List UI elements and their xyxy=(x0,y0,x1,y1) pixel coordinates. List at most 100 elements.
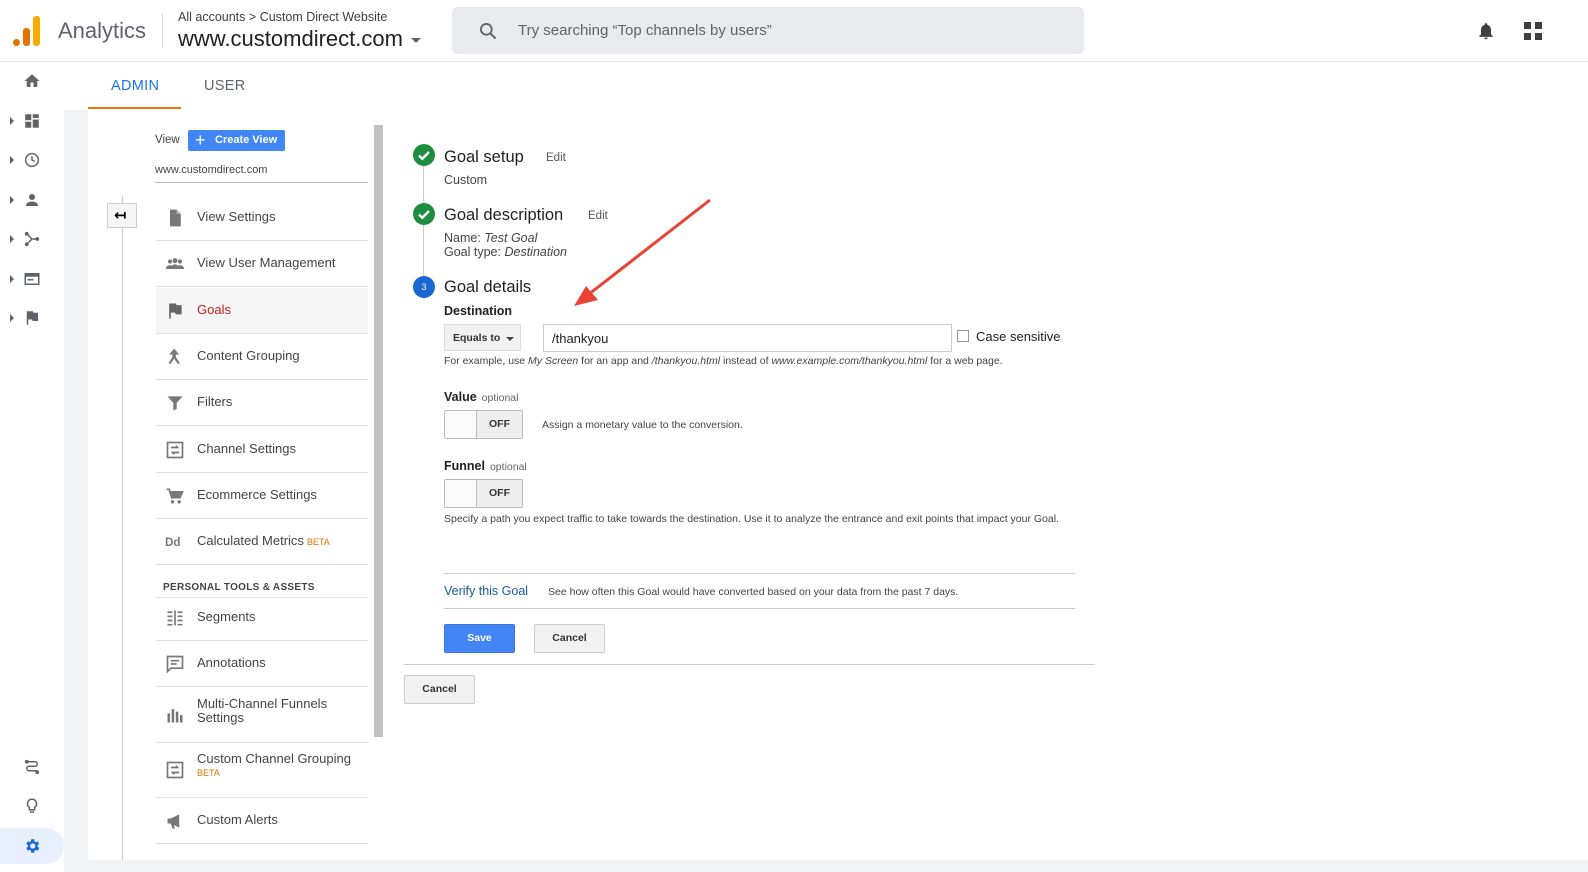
apps-grid-icon[interactable] xyxy=(1524,22,1542,40)
nav-custom-channel-grouping[interactable]: Custom Channel Grouping BETA xyxy=(156,743,368,798)
rail-behavior[interactable] xyxy=(0,260,64,300)
nav-calculated-metrics[interactable]: Dd Calculated Metrics BETA xyxy=(156,519,368,565)
nav-filters[interactable]: Filters xyxy=(156,380,368,426)
expand-arrow-icon xyxy=(10,117,14,125)
back-arrow-icon: ↤ xyxy=(114,207,127,224)
document-icon xyxy=(170,209,181,227)
nav-content-grouping[interactable]: Content Grouping xyxy=(156,334,368,380)
rail-realtime[interactable] xyxy=(0,141,64,181)
analytics-logo-icon[interactable] xyxy=(13,16,41,46)
goal-setup-edit-link[interactable]: Edit xyxy=(546,152,566,164)
lightbulb-icon xyxy=(26,798,38,813)
view-selector-label: www.customdirect.com xyxy=(178,26,403,51)
cancel-button[interactable]: Cancel xyxy=(534,624,605,653)
tree-connector xyxy=(122,196,123,860)
toggle-knob xyxy=(445,411,477,438)
tab-user[interactable]: USER xyxy=(204,78,246,94)
funnel-hint: Specify a path you expect traffic to tak… xyxy=(444,513,1059,525)
funnel-field-label: Funnel optional xyxy=(444,459,527,473)
plus-icon: + xyxy=(195,130,206,150)
person-icon xyxy=(26,194,38,206)
rail-admin[interactable] xyxy=(0,827,64,867)
nav-channel-settings[interactable]: Channel Settings xyxy=(156,427,368,473)
search-placeholder[interactable]: Try searching “Top channels by users” xyxy=(518,22,772,39)
nav-multi-channel-funnels-settings[interactable]: Multi-Channel Funnels Settings xyxy=(156,688,368,743)
create-view-button[interactable]: + Create View xyxy=(188,130,285,151)
value-label: Value xyxy=(444,390,477,404)
back-button[interactable]: ↤ xyxy=(107,203,137,228)
example-text: instead of xyxy=(720,355,772,367)
grouping-icon xyxy=(168,348,180,364)
nav-label: Ecommerce Settings xyxy=(197,487,317,502)
expand-arrow-icon xyxy=(10,235,14,243)
toggle-state: OFF xyxy=(489,418,510,430)
goal-type-label: Goal type: xyxy=(444,245,501,259)
nav-goals[interactable]: Goals xyxy=(156,288,368,334)
nav-label: Filters xyxy=(197,394,233,409)
case-sensitive-checkbox[interactable] xyxy=(957,330,969,342)
view-name-selector[interactable]: www.customdirect.com xyxy=(155,164,267,176)
match-type-dropdown[interactable]: Equals to xyxy=(444,324,521,351)
goal-name-label: Name: xyxy=(444,231,481,245)
segments-icon xyxy=(167,610,183,626)
goal-type-line: Goal type: Destination xyxy=(444,245,567,259)
toggle-state: OFF xyxy=(489,487,510,499)
filter-icon xyxy=(167,396,183,411)
nav-segments[interactable]: Segments xyxy=(156,595,368,641)
view-divider xyxy=(155,182,368,183)
attribution-icon xyxy=(24,759,40,775)
form-divider xyxy=(404,664,1095,665)
admin-user-tabs: ADMIN USER xyxy=(88,62,1588,110)
save-button[interactable]: Save xyxy=(444,624,515,653)
view-selector[interactable]: www.customdirect.com xyxy=(178,26,421,52)
step-connector xyxy=(423,225,424,276)
destination-input[interactable] xyxy=(543,324,952,352)
goal-description-title: Goal description xyxy=(444,206,564,224)
nav-label: Annotations xyxy=(197,655,266,670)
nav-label-text: Custom Channel Grouping xyxy=(197,751,351,766)
goal-name-value: Test Goal xyxy=(484,231,538,245)
nav-ecommerce-settings[interactable]: Ecommerce Settings xyxy=(156,473,368,519)
nav-label: Goals xyxy=(197,302,231,317)
nav-custom-alerts[interactable]: Custom Alerts xyxy=(156,798,368,844)
nav-annotations[interactable]: Annotations xyxy=(156,641,368,687)
flag-icon xyxy=(169,303,182,319)
search-bar[interactable]: Try searching “Top channels by users” xyxy=(452,7,1084,54)
app-title: Analytics xyxy=(58,18,147,43)
rail-customization[interactable] xyxy=(0,102,64,142)
case-sensitive-label: Case sensitive xyxy=(976,329,1061,344)
example-emphasis: /thankyou.html xyxy=(651,355,721,367)
rail-attribution[interactable] xyxy=(0,748,64,788)
notifications-bell-icon[interactable] xyxy=(1476,20,1496,42)
step-number-badge: 3 xyxy=(413,276,435,298)
nav-label: Custom Alerts xyxy=(197,812,278,827)
channel-icon xyxy=(166,761,184,779)
breadcrumb-property[interactable]: Custom Direct Website xyxy=(260,10,388,24)
view-column-scrollbar[interactable] xyxy=(374,125,383,737)
funnel-toggle[interactable]: OFF xyxy=(444,479,523,508)
behavior-icon xyxy=(24,273,40,285)
rail-conversions[interactable] xyxy=(0,299,64,339)
rail-acquisition[interactable] xyxy=(0,220,64,260)
nav-view-user-management[interactable]: View User Management xyxy=(156,241,368,287)
verify-goal-link[interactable]: Verify this Goal xyxy=(444,584,528,598)
destination-label: Destination xyxy=(444,304,513,318)
rail-home[interactable] xyxy=(0,62,64,102)
rail-audience[interactable] xyxy=(0,181,64,221)
cancel-goal-button[interactable]: Cancel xyxy=(404,675,475,704)
example-text: for an app and xyxy=(578,355,652,367)
home-icon xyxy=(24,74,40,87)
tab-admin[interactable]: ADMIN xyxy=(111,78,159,94)
nav-view-settings[interactable]: View Settings xyxy=(156,195,368,241)
top-header: Analytics All accounts > Custom Direct W… xyxy=(0,0,1588,62)
goal-setup-value: Custom xyxy=(444,173,488,187)
step-connector xyxy=(423,166,424,204)
expand-arrow-icon xyxy=(10,196,14,204)
channel-icon xyxy=(166,441,184,459)
value-toggle[interactable]: OFF xyxy=(444,410,523,439)
flag-icon xyxy=(26,311,38,325)
step-complete-check-icon xyxy=(413,144,435,166)
account-breadcrumb[interactable]: All accounts > Custom Direct Website xyxy=(178,10,387,24)
breadcrumb-all-accounts[interactable]: All accounts xyxy=(178,10,245,24)
rail-discover[interactable] xyxy=(0,787,64,827)
